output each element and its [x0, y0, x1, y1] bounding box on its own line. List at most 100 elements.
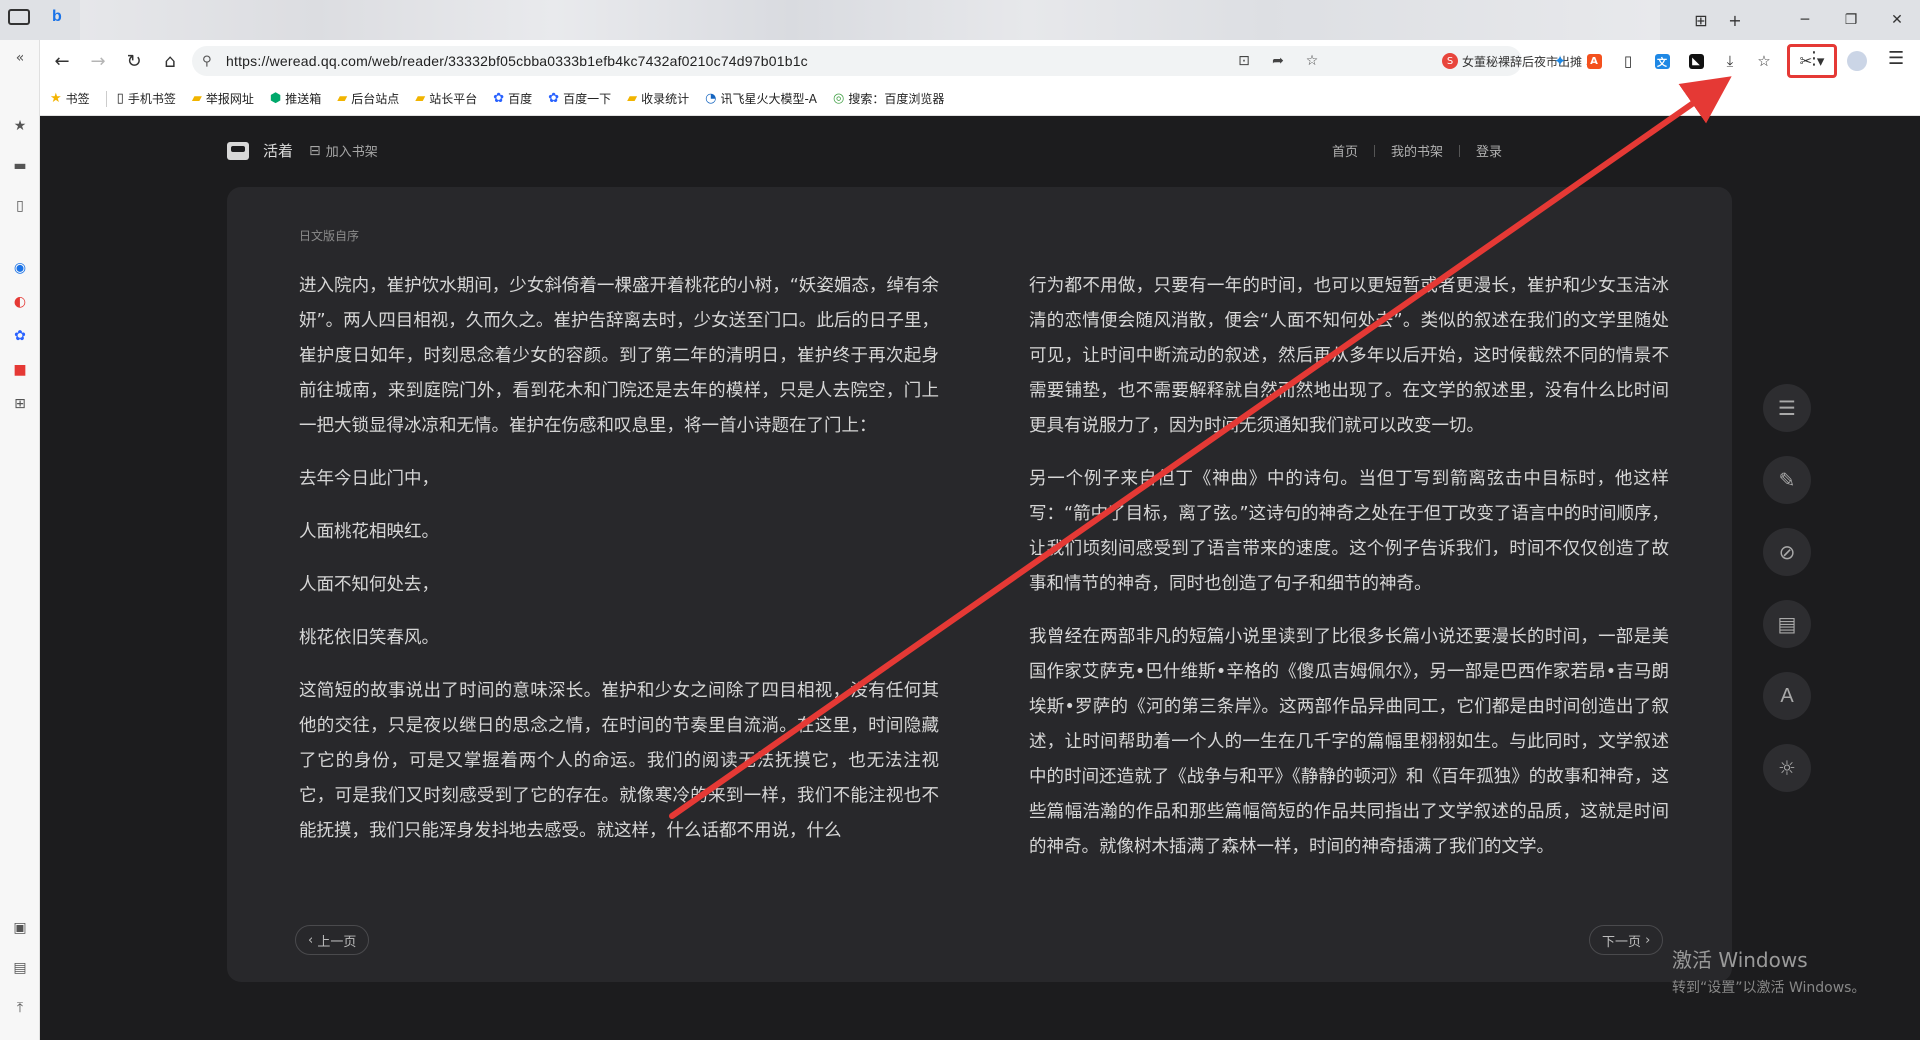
close-window-button[interactable]: ✕ [1874, 0, 1920, 40]
baidu-icon: ✿ [548, 91, 560, 106]
bookmark-item[interactable]: ▰ 后台站点 [337, 90, 399, 107]
ai-spark-extension-icon[interactable]: ✦ [1543, 44, 1577, 78]
paragraph: 这简短的故事说出了时间的意味深长。崔护和少女之间除了四目相视，没有任何其他的交往… [299, 681, 939, 841]
collapse-panel-icon[interactable]: « [10, 48, 30, 68]
restore-button[interactable]: ❐ [1828, 0, 1874, 40]
translate-extension-icon[interactable]: 文 [1645, 44, 1679, 78]
phone-icon[interactable]: ▯ [10, 196, 30, 216]
search-app-icon[interactable]: ◉ [10, 258, 30, 278]
blurred-tab-area [80, 0, 1660, 40]
bookmark-item[interactable]: ✿ 百度一下 [548, 90, 611, 107]
divider [1373, 144, 1375, 157]
right-text-column: 行为都不用做，只要有一年的时间，也可以更短暂或者更漫长，崔护和少女玉洁冰清的恋情… [1029, 269, 1669, 883]
nav-my-shelf-link[interactable]: 我的书架 [1391, 141, 1443, 160]
download-icon[interactable]: ⤓ [1713, 44, 1747, 78]
bing-icon[interactable]: b [52, 8, 62, 26]
paw-app-icon[interactable]: ✿ [10, 326, 30, 346]
mobile-extension-icon[interactable]: ▯ [1611, 44, 1645, 78]
book-page-card: 日文版自序 进入院内，崔护饮水期间，少女斜倚着一棵盛开着桃花的小树，“妖姿媚态，… [227, 187, 1732, 982]
paragraph: 我曾经在两部非凡的短篇小说里读到了比很多长篇小说还要漫长的时间，一部是美国作家艾… [1029, 627, 1669, 857]
bookmark-item[interactable]: ▰ 站长平台 [415, 90, 477, 107]
back-button[interactable]: ← [44, 43, 80, 79]
reload-button[interactable]: ↻ [116, 43, 152, 79]
bookmark-star-icon[interactable]: ☆ [1300, 50, 1324, 72]
bookmark-item[interactable]: ★ 书签 [50, 90, 90, 107]
paragraph: 行为都不用做，只要有一年的时间，也可以更短暂或者更漫长，崔护和少女玉洁冰清的恋情… [1029, 276, 1669, 436]
font-size-icon[interactable]: A [1763, 672, 1811, 720]
brightness-sun-icon[interactable]: ☼ [1763, 744, 1811, 792]
extensions-area: ✦ A ▯ 文 ◣ ⤓ ☆ ✂ ▾ [1543, 44, 1873, 78]
tab-search-icon[interactable]: ⊞ [1684, 0, 1718, 40]
paragraph: 进入院内，崔护饮水期间，少女斜倚着一棵盛开着桃花的小树，“妖姿媚态，绰有余妍”。… [299, 276, 939, 436]
tab-strip: b ⊞ + ─ ❐ ✕ [0, 0, 1920, 40]
spark-icon: ◔ [705, 91, 717, 106]
folder-icon: ▰ [337, 91, 348, 106]
star-icon: ★ [50, 91, 62, 106]
site-info-icon[interactable]: ⚲ [202, 54, 220, 69]
baidu-icon: ✿ [493, 91, 505, 106]
nav-login-link[interactable]: 登录 [1476, 141, 1502, 160]
pin-icon[interactable]: ⤒ [10, 998, 30, 1018]
next-page-button[interactable]: 下一页 › [1589, 925, 1664, 955]
divider [105, 90, 107, 107]
left-text-column: 进入院内，崔护饮水期间，少女斜倚着一棵盛开着桃花的小树，“妖姿媚态，绰有余妍”。… [299, 269, 939, 867]
address-bar[interactable]: ⚲ https://weread.qq.com/web/reader/33332… [192, 46, 1598, 76]
favorites-star-icon[interactable]: ★ [10, 116, 30, 136]
briefcase-icon[interactable]: ▤ [10, 958, 30, 978]
nav-home-link[interactable]: 首页 [1332, 141, 1358, 160]
folder-icon[interactable]: ▬ [10, 156, 30, 176]
add-to-shelf-button[interactable]: ⊟ 加入书架 [309, 141, 378, 161]
chapter-title: 日文版自序 [299, 229, 360, 243]
prev-page-button[interactable]: ‹ 上一页 [295, 925, 370, 955]
new-tab-button[interactable]: + [1718, 0, 1752, 40]
reader-page: 活着 ⊟ 加入书架 首页 我的书架 登录 日文版自序 进入院内，崔护饮水期间，少… [40, 116, 1920, 1040]
chevron-right-icon: › [1641, 932, 1651, 948]
more-menu-icon[interactable]: ⋮ [1805, 48, 1823, 69]
note-feather-icon[interactable]: ✎ [1763, 456, 1811, 504]
share-icon[interactable]: ➦ [1266, 50, 1290, 72]
reader-mode-icon[interactable]: ⊡ [1232, 50, 1256, 72]
bookmark-item[interactable]: ▯ 手机书签 [117, 90, 176, 107]
colorful-app-icon[interactable]: ◐ [10, 292, 30, 312]
mail-icon[interactable]: ▣ [10, 918, 30, 938]
reader-tools: ☰ ✎ ⊘ ▤ A ☼ [1763, 384, 1811, 816]
folder-icon: ▰ [627, 91, 638, 106]
poem-line: 人面不知何处去， [299, 575, 439, 595]
paragraph: 另一个例子来自但丁《神曲》中的诗句。当但丁写到箭离弦击中目标时，他这样写：“箭中… [1029, 469, 1669, 594]
bookmark-item[interactable]: ✿ 百度 [493, 90, 532, 107]
home-button[interactable]: ⌂ [152, 43, 188, 79]
bookmark-item[interactable]: ⬢ 推送箱 [270, 90, 321, 107]
chevron-left-icon: ‹ [308, 932, 318, 948]
pdf-extension-icon[interactable]: A [1577, 44, 1611, 78]
bookmark-item[interactable]: ◔ 讯飞星火大模型-A [705, 90, 817, 107]
bookmark-item[interactable]: ◎ 搜索：百度浏览器 [833, 90, 944, 107]
reader-nav: 首页 我的书架 登录 [1332, 141, 1502, 160]
favorites-icon[interactable]: ☆ [1747, 44, 1781, 78]
divider [1458, 144, 1460, 157]
add-panel-icon[interactable]: ⊞ [10, 394, 30, 414]
book-title[interactable]: 活着 [263, 140, 293, 161]
address-url[interactable]: https://weread.qq.com/web/reader/33332bf… [226, 53, 808, 69]
bookmark-item[interactable]: ▰ 收录统计 [627, 90, 689, 107]
main-menu-icon[interactable]: ☰ [1888, 48, 1904, 69]
dark-extension-icon[interactable]: ◣ [1679, 44, 1713, 78]
bookmarks-bar: ★ 书签 ▯ 手机书签 ▰ 举报网址 ⬢ 推送箱 ▰ 后台站点 ▰ 站长平台 ✿ 百度 ✿ 百度… [40, 82, 1920, 116]
notes-list-icon[interactable]: ▤ [1763, 600, 1811, 648]
search-engine-logo-icon: S [1442, 53, 1458, 69]
red-app-icon[interactable]: ■ [10, 360, 30, 380]
forward-button[interactable]: → [80, 43, 116, 79]
minimize-button[interactable]: ─ [1782, 0, 1828, 40]
poem-line: 去年今日此门中， [299, 469, 439, 489]
avatar[interactable] [1847, 51, 1867, 71]
shelf-icon: ⊟ [309, 142, 321, 159]
sidebar-toggle-icon[interactable] [8, 9, 30, 25]
search-engine-icon: ◎ [833, 91, 845, 106]
side-panel: « ★ ▬ ▯ ◉ ◐ ✿ ■ ⊞ ▣ ▤ ⤒ [0, 40, 40, 1040]
bookmark-item[interactable]: ▰ 举报网址 [192, 90, 254, 107]
catalog-menu-icon[interactable]: ☰ [1763, 384, 1811, 432]
hide-notes-icon[interactable]: ⊘ [1763, 528, 1811, 576]
folder-icon: ▰ [415, 91, 426, 106]
folder-icon: ▰ [191, 91, 202, 106]
windows-activation-watermark: 激活 Windows 转到“设置”以激活 Windows。 [1672, 948, 1866, 996]
weread-logo-icon[interactable] [227, 141, 249, 160]
